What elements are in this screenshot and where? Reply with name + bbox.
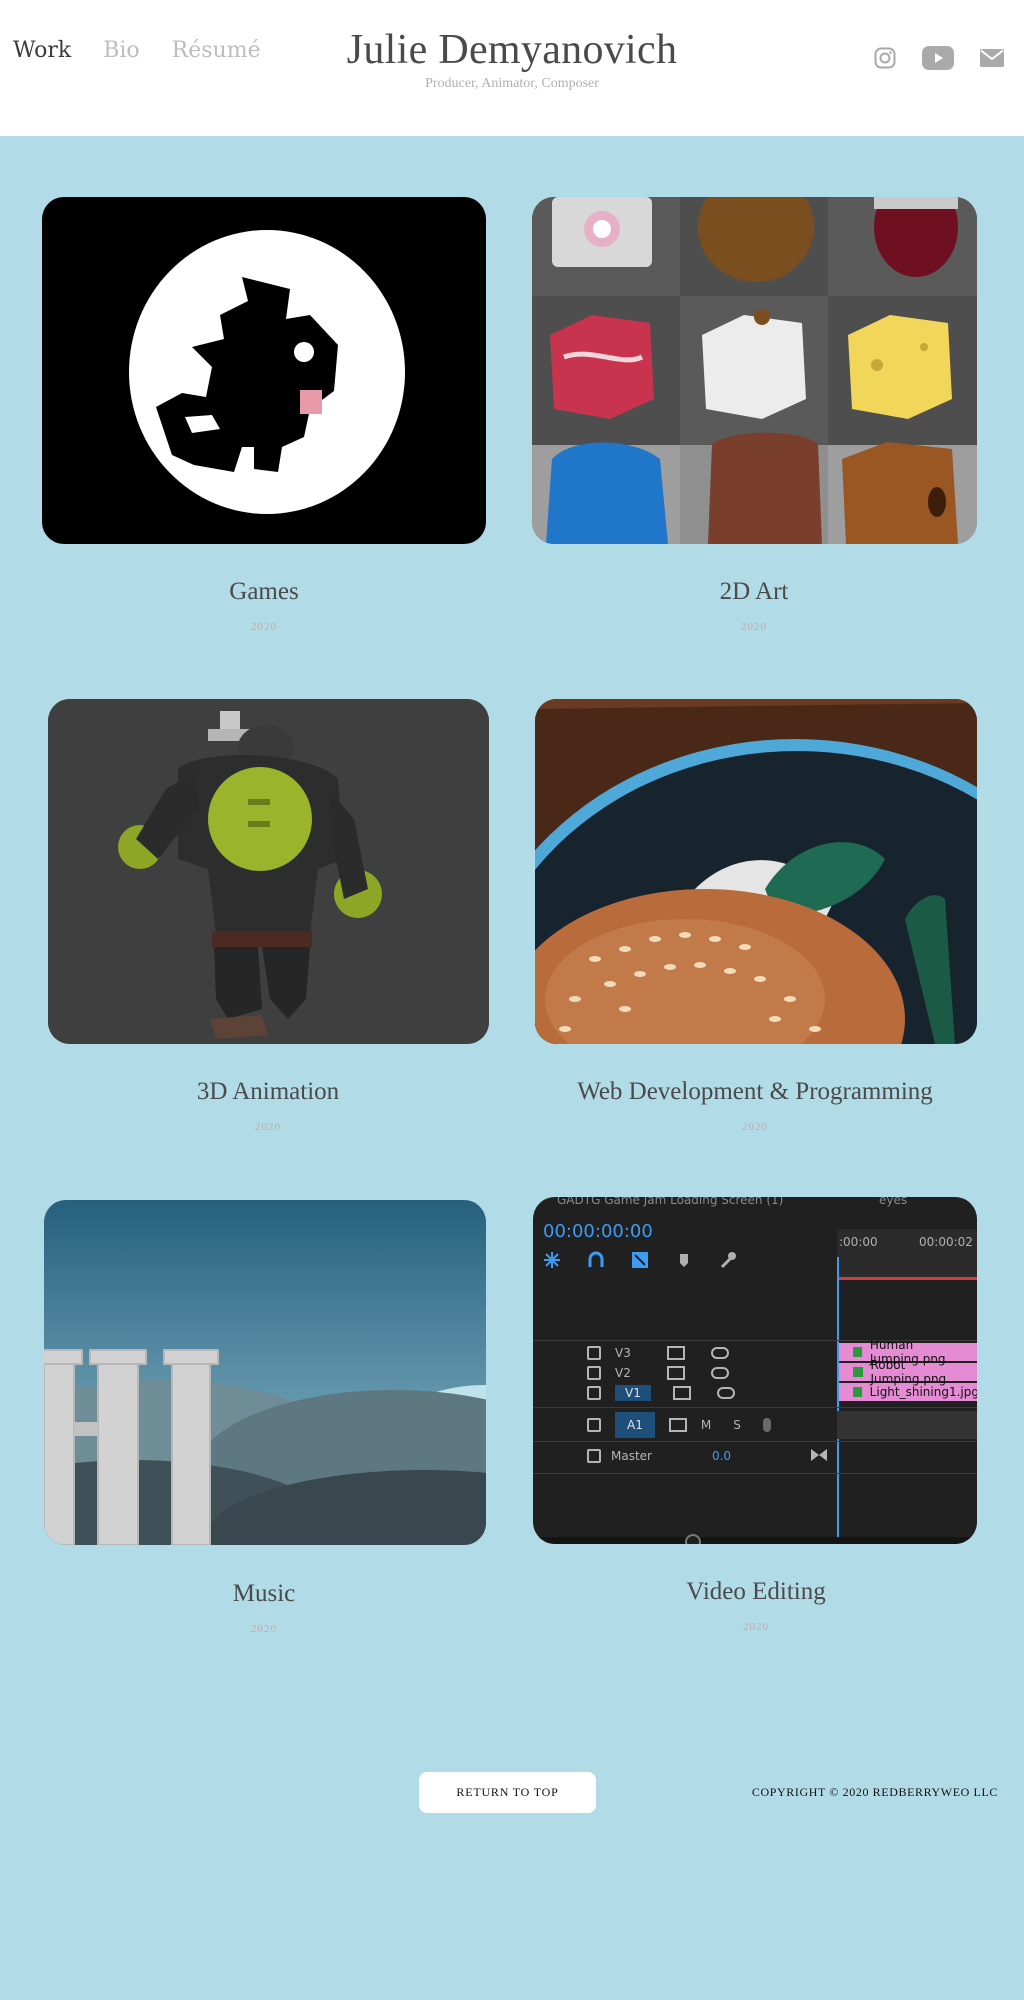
eye-icon[interactable]: [710, 1367, 729, 1379]
editor-panel-title-2: eyes: [879, 1197, 908, 1207]
email-icon[interactable]: [980, 49, 1004, 67]
snap-icon: [544, 1252, 560, 1268]
fx-badge-icon: [853, 1387, 862, 1397]
master-volume-value[interactable]: 0.0: [712, 1449, 731, 1463]
project-title-video-editing[interactable]: Video Editing: [536, 1578, 976, 1606]
nav-resume-link[interactable]: Résumé: [172, 38, 261, 63]
project-title-music[interactable]: Music: [44, 1580, 484, 1608]
video-toggle-icon[interactable]: [666, 1366, 685, 1380]
mute-button[interactable]: M: [701, 1418, 711, 1432]
cube-grid-image: [532, 197, 977, 544]
ruler-next: 00:00:02: [919, 1235, 973, 1249]
collapse-icon[interactable]: [811, 1449, 827, 1461]
project-year-web-dev: 2020: [742, 1121, 768, 1133]
instagram-icon[interactable]: [874, 47, 896, 69]
marker-icon: [680, 1254, 688, 1267]
track-v2: V2: [587, 1363, 807, 1383]
site-tagline: Producer, Animator, Composer: [425, 76, 599, 91]
editor-panel-title: GADTG Game Jam Loading Screen (1): [557, 1197, 784, 1207]
project-year-video-editing: 2020: [743, 1621, 769, 1633]
project-year-games: 2020: [251, 621, 277, 633]
games-thumbnail: [42, 197, 486, 544]
nav-work-link[interactable]: Work: [13, 38, 71, 63]
timeline-scrollbar[interactable]: [533, 1537, 977, 1544]
lock-icon[interactable]: [587, 1366, 601, 1380]
project-year-music: 2020: [251, 1623, 277, 1635]
project-title-2d-art[interactable]: 2D Art: [534, 578, 974, 606]
return-to-top-button[interactable]: RETURN TO TOP: [419, 1772, 596, 1813]
zoom-handle[interactable]: [685, 1534, 701, 1544]
site-header: Work Bio Résumé Julie Demyanovich Produc…: [0, 0, 1024, 136]
monster-figure-image: [48, 699, 489, 1044]
video-editing-thumbnail[interactable]: GADTG Game Jam Loading Screen (1) eyes 0…: [533, 1197, 977, 1544]
track-master: Master 0.0: [587, 1445, 731, 1467]
wrench-icon: [720, 1252, 736, 1269]
video-toggle-icon[interactable]: [672, 1386, 691, 1400]
project-title-web-dev[interactable]: Web Development & Programming: [535, 1078, 975, 1106]
track-v1: V1: [587, 1383, 807, 1403]
2d-art-thumbnail[interactable]: [532, 197, 977, 544]
lock-icon[interactable]: [587, 1386, 601, 1400]
columns-landscape-image: [44, 1200, 486, 1545]
eye-icon[interactable]: [710, 1347, 729, 1359]
video-toggle-icon[interactable]: [666, 1346, 685, 1360]
project-title-3d-animation[interactable]: 3D Animation: [48, 1078, 488, 1106]
clip-light-shining[interactable]: Light_shining1.jpg: [839, 1383, 977, 1401]
fx-badge-icon: [853, 1367, 863, 1377]
wolf-moon-image: [129, 230, 405, 514]
solo-button[interactable]: S: [733, 1418, 741, 1432]
social-links: [874, 46, 1004, 70]
audio-toggle-icon[interactable]: [668, 1418, 687, 1432]
web-dev-thumbnail[interactable]: [535, 699, 977, 1044]
burger-plate-image: [535, 699, 977, 1044]
eye-icon[interactable]: [716, 1387, 735, 1399]
copyright-text: COPYRIGHT © 2020 REDBERRYWEO LLC: [751, 1785, 998, 1799]
editor-timecode: 00:00:00:00: [543, 1221, 653, 1242]
clip-robot-jumping[interactable]: Robot Jumping.png: [839, 1358, 977, 1386]
youtube-icon[interactable]: [922, 46, 954, 70]
3d-animation-thumbnail[interactable]: [48, 699, 489, 1044]
main-nav: Work Bio Résumé: [13, 38, 261, 63]
music-thumbnail[interactable]: [44, 1200, 486, 1545]
microphone-icon[interactable]: [762, 1418, 771, 1432]
project-title-games[interactable]: Games: [44, 578, 484, 606]
track-v3: V3: [587, 1343, 807, 1363]
fx-badge-icon: [853, 1347, 862, 1357]
lock-icon[interactable]: [587, 1449, 601, 1463]
editor-screenshot: GADTG Game Jam Loading Screen (1) eyes 0…: [533, 1197, 977, 1544]
linked-selection-icon: [632, 1252, 648, 1268]
project-year-2d-art: 2020: [741, 621, 767, 633]
lock-icon[interactable]: [587, 1346, 601, 1360]
project-year-3d-animation: 2020: [255, 1121, 281, 1133]
ruler-start: :00:00: [839, 1235, 878, 1249]
lock-icon[interactable]: [587, 1418, 601, 1432]
nav-bio-link[interactable]: Bio: [103, 38, 139, 63]
magnet-icon: [588, 1251, 604, 1267]
track-a1: A1 M S: [587, 1411, 771, 1439]
